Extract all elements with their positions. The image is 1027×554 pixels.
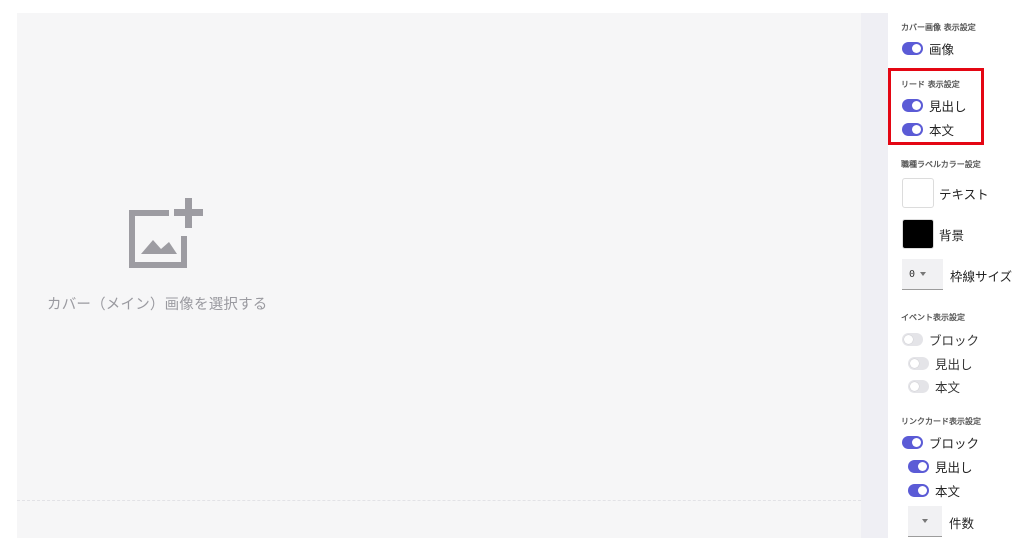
panel-separator xyxy=(861,13,888,538)
background-color-picker[interactable]: 背景 xyxy=(902,219,964,249)
toggle-switch[interactable] xyxy=(908,459,929,473)
toggle-switch[interactable] xyxy=(908,356,929,370)
event-section-title: イベント表示設定 xyxy=(901,313,965,322)
toggle-label: 見出し xyxy=(935,356,973,372)
border-size-value: 0 xyxy=(909,268,916,280)
toggle-label: 本文 xyxy=(935,483,961,499)
canvas-divider xyxy=(17,500,861,501)
chevron-down-icon xyxy=(920,272,927,276)
text-color-picker[interactable]: テキスト xyxy=(902,178,989,208)
border-size-select[interactable]: 0 xyxy=(902,259,943,290)
toggle-label: ブロック xyxy=(929,435,980,451)
toggle-event-body[interactable]: 本文 xyxy=(908,378,961,395)
highlight-annotation xyxy=(888,68,984,145)
toggle-switch[interactable] xyxy=(908,379,929,393)
background-color-swatch[interactable] xyxy=(902,219,934,249)
toggle-cover-image[interactable]: 画像 xyxy=(902,40,955,57)
toggle-event-block[interactable]: ブロック xyxy=(902,331,980,348)
toggle-switch[interactable] xyxy=(908,483,929,497)
cover-image-prompt[interactable]: カバー（メイン）画像を選択する xyxy=(47,293,268,314)
toggle-link-card-body[interactable]: 本文 xyxy=(908,482,961,499)
toggle-label: 画像 xyxy=(929,41,955,57)
count-select[interactable] xyxy=(908,506,942,537)
link-card-section-title: リンクカード表示設定 xyxy=(901,417,981,426)
toggle-label: ブロック xyxy=(929,332,980,348)
text-color-label: テキスト xyxy=(939,186,989,202)
toggle-switch[interactable] xyxy=(902,41,923,55)
chevron-down-icon xyxy=(922,519,928,523)
label-color-section-title: 職種ラベルカラー設定 xyxy=(901,160,981,169)
count-label: 件数 xyxy=(949,516,975,531)
add-photo-icon[interactable] xyxy=(125,196,203,274)
toggle-event-heading[interactable]: 見出し xyxy=(908,355,973,372)
toggle-switch[interactable] xyxy=(902,332,923,346)
border-size-label: 枠線サイズ xyxy=(950,269,1013,284)
cover-section-title: カバー画像 表示設定 xyxy=(901,23,976,32)
cover-image-drop-area[interactable]: カバー（メイン）画像を選択する xyxy=(17,13,861,538)
toggle-switch[interactable] xyxy=(902,435,923,449)
toggle-label: 本文 xyxy=(935,379,961,395)
text-color-swatch[interactable] xyxy=(902,178,934,208)
toggle-label: 見出し xyxy=(935,459,973,475)
background-color-label: 背景 xyxy=(939,227,965,243)
toggle-link-card-block[interactable]: ブロック xyxy=(902,434,980,451)
toggle-link-card-heading[interactable]: 見出し xyxy=(908,458,973,475)
